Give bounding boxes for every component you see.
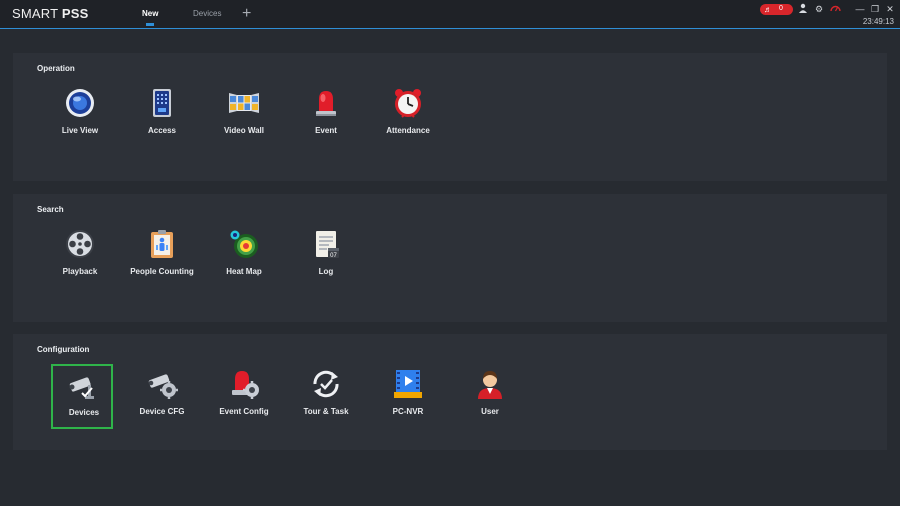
title-bar: SMART PSS New Devices + ♬ 0 ⚙ — ❐ ✕ 23:4…	[0, 0, 900, 29]
tile-access[interactable]: Access	[132, 87, 192, 149]
people-counting-icon	[146, 228, 178, 260]
tile-label: Log	[318, 267, 334, 276]
tile-live-view[interactable]: Live View	[50, 87, 110, 149]
live-view-icon	[64, 87, 96, 119]
app-title-bold: PSS	[61, 6, 89, 21]
close-icon[interactable]: ✕	[884, 3, 896, 15]
tile-heat-map[interactable]: Heat Map	[214, 228, 274, 290]
tile-label: Attendance	[386, 126, 430, 135]
tile-attendance[interactable]: Attendance	[378, 87, 438, 149]
bell-icon: ♬	[764, 5, 772, 14]
section-search: Search Playback People Counting Heat Map…	[13, 194, 887, 322]
section-title: Configuration	[37, 345, 90, 354]
alarm-count: 0	[779, 5, 783, 12]
pc-nvr-icon	[392, 368, 424, 400]
tile-pc-nvr[interactable]: PC-NVR	[378, 368, 438, 430]
app-title: SMART PSS	[12, 6, 88, 21]
tab-devices[interactable]: Devices	[193, 9, 221, 18]
gear-icon[interactable]: ⚙	[813, 3, 825, 15]
section-configuration: Configuration Devices Device CFG Event C…	[13, 334, 887, 450]
clock: 23:49:13	[862, 17, 894, 26]
tile-log[interactable]: 07 Log	[296, 228, 356, 290]
svg-text:07: 07	[330, 253, 337, 259]
alarm-clock-icon	[392, 87, 424, 119]
restore-icon[interactable]: ❐	[869, 3, 881, 15]
user-icon[interactable]	[797, 3, 809, 15]
camera-gear-icon	[146, 368, 178, 400]
video-wall-icon	[228, 87, 260, 119]
section-operation: Operation Live View Access Video Wall Ev…	[13, 53, 887, 181]
user-avatar-icon	[474, 368, 506, 400]
tile-event-config[interactable]: Event Config	[214, 368, 274, 430]
tile-people-counting[interactable]: People Counting	[130, 228, 194, 290]
alarm-badge[interactable]: ♬ 0	[760, 4, 793, 15]
tile-video-wall[interactable]: Video Wall	[214, 87, 274, 149]
tile-playback[interactable]: Playback	[50, 228, 110, 290]
section-title: Search	[37, 205, 64, 214]
camera-check-icon	[66, 371, 98, 403]
section-title: Operation	[37, 64, 75, 73]
app-title-light: SMART	[12, 6, 59, 21]
tile-devices[interactable]: Devices	[51, 364, 113, 429]
gauge-icon[interactable]	[829, 3, 841, 15]
tile-label: User	[481, 407, 499, 416]
tour-task-icon	[310, 368, 342, 400]
film-reel-icon	[64, 228, 96, 260]
log-icon: 07	[310, 228, 342, 260]
minimize-icon[interactable]: —	[854, 3, 866, 15]
tile-device-cfg[interactable]: Device CFG	[132, 368, 192, 430]
heat-map-icon	[228, 228, 260, 260]
event-siren-icon	[310, 87, 342, 119]
siren-gear-icon	[228, 368, 260, 400]
tile-tour-task[interactable]: Tour & Task	[296, 368, 356, 430]
tile-event[interactable]: Event	[296, 87, 356, 149]
tile-user[interactable]: User	[460, 368, 520, 430]
access-icon	[146, 87, 178, 119]
active-tab-indicator	[146, 23, 154, 26]
tab-new[interactable]: New	[142, 9, 158, 18]
plus-icon[interactable]: +	[242, 6, 251, 22]
